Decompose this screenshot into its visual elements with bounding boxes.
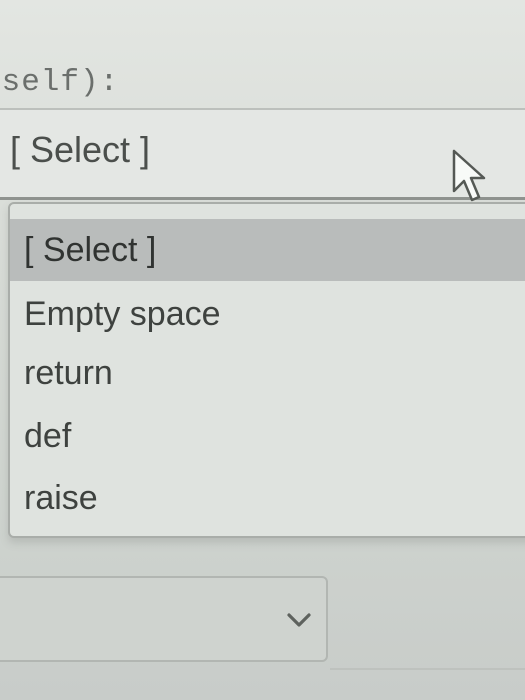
dropdown-item-return[interactable]: return <box>10 342 525 404</box>
lower-select-box[interactable] <box>0 576 328 662</box>
select-value: [ Select ] <box>10 129 151 170</box>
dropdown-item-def[interactable]: def <box>10 405 525 467</box>
chevron-down-icon <box>287 613 311 627</box>
dropdown-item-select[interactable]: [ Select ] <box>10 219 525 281</box>
lower-divider <box>330 668 525 670</box>
dropdown-item-raise[interactable]: raise <box>10 467 525 529</box>
active-select-box[interactable]: [ Select ] <box>0 108 525 200</box>
dropdown-list[interactable]: [ Select ] Empty space return def raise <box>8 202 525 538</box>
screen: (self): [ Select ] [ Select ] Empty spac… <box>0 0 525 700</box>
arrow-cursor-icon <box>452 149 486 202</box>
dropdown-item-empty-space[interactable]: Empty space <box>10 283 525 345</box>
code-line: (self): <box>0 65 120 100</box>
